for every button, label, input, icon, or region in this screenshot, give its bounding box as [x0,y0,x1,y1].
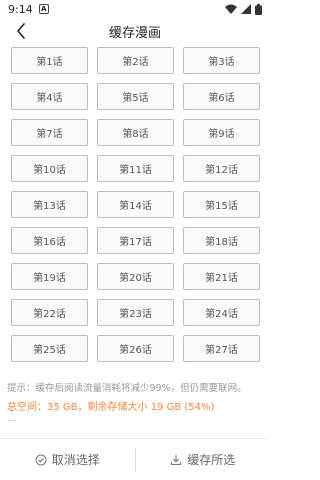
chapter-button[interactable]: 第17话 [97,227,174,254]
bottom-action-bar: 取消选择 缓存所选 [0,438,270,480]
page-title: 缓存漫画 [108,26,161,41]
chapter-button[interactable]: 第5话 [97,83,174,110]
cache-tip: 提示：缓存后阅读流量消耗将减少99%，但仍需要联网。 [7,383,247,394]
chapter-row: 第19话 第20话 第21话 [11,263,260,290]
chapter-row: 第4话 第5话 第6话 [11,83,260,110]
chapter-button[interactable]: 第15话 [183,191,260,218]
chapter-row: 第7话 第8话 第9话 [11,119,260,146]
chapter-button[interactable]: 第3话 [183,47,260,74]
battery-icon [255,3,262,15]
signal-icon [241,4,251,14]
chapter-button[interactable]: 第21话 [183,263,260,290]
chapter-button[interactable]: 第26话 [97,335,174,362]
chapter-button[interactable]: 第12话 [183,155,260,182]
chapter-button[interactable]: 第27话 [183,335,260,362]
chapter-button[interactable]: 第4话 [11,83,88,110]
chapter-button[interactable]: 第23话 [97,299,174,326]
chapter-button[interactable]: 第20话 [97,263,174,290]
chapter-button[interactable]: 第18话 [183,227,260,254]
chapter-button[interactable]: 第2话 [97,47,174,74]
status-icons [225,3,262,15]
chapter-button[interactable]: 第14话 [97,191,174,218]
chapter-button[interactable]: 第8话 [97,119,174,146]
chapter-row: 第13话 第14话 第15话 [11,191,260,218]
chapter-button[interactable]: 第7话 [11,119,88,146]
chapter-button[interactable]: 第22话 [11,299,88,326]
cache-selected-label: 缓存所选 [187,453,236,467]
chapter-button[interactable]: 第13话 [11,191,88,218]
chapter-row: 第25话 第26话 第27话 [11,335,260,362]
header: 缓存漫画 [0,18,270,44]
chapter-button[interactable]: 第25话 [11,335,88,362]
chapter-button[interactable]: 第24话 [183,299,260,326]
chapter-button[interactable]: 第1话 [11,47,88,74]
chapter-grid: 第1话 第2话 第3话 第4话 第5话 第6话 第7话 第8话 第9话 第10话 第11话 第12话第… [11,47,260,371]
cache-selected-button[interactable]: 缓存所选 [136,439,271,480]
chapter-row: 第16话 第17话 第18话 [11,227,260,254]
chapter-button[interactable]: 第6话 [183,83,260,110]
cancel-selection-label: 取消选择 [51,453,100,467]
chapter-button[interactable]: 第19话 [11,263,88,290]
notification-icon: A [38,4,49,14]
status-time: 9:14 [8,2,33,16]
check-circle-icon [35,454,47,465]
chapter-row: 第22话 第23话 第24话 [11,299,260,326]
chapter-button[interactable]: 第10话 [11,155,88,182]
chapter-row: 第1话 第2话 第3话 [11,47,260,74]
cancel-selection-button[interactable]: 取消选择 [0,439,135,480]
chapter-button[interactable]: 第16话 [11,227,88,254]
chapter-button[interactable]: 第9话 [183,119,260,146]
wifi-icon [225,4,237,14]
status-bar: 9:14 A [0,0,270,18]
chapter-row: 第10话 第11话 第12话 [11,155,260,182]
storage-info: 总空间：35 GB，剩余存储大小 19 GB (54%) [7,402,215,413]
more-ellipsis: ... [7,414,16,424]
download-icon [171,454,182,465]
chapter-button[interactable]: 第11话 [97,155,174,182]
